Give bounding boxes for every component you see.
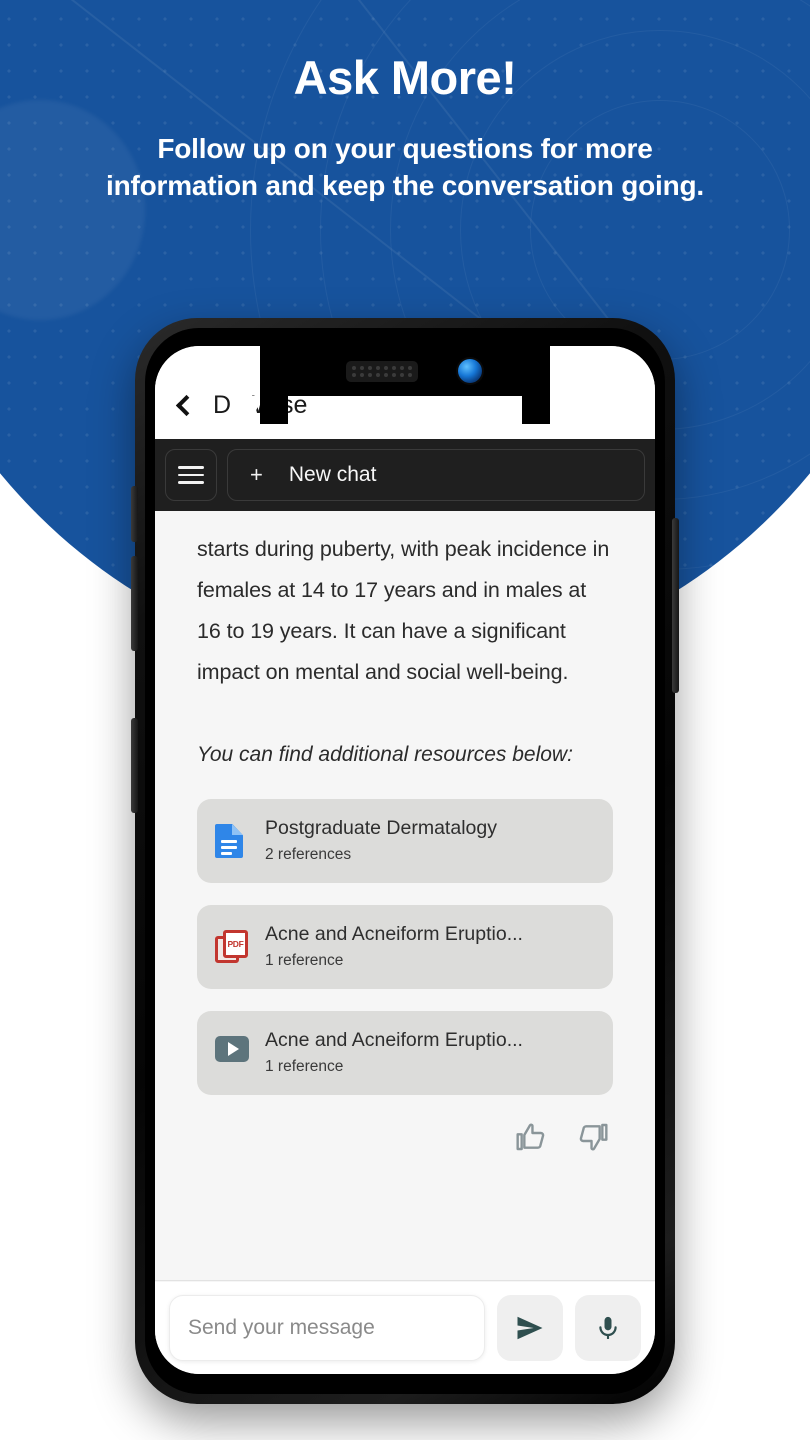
resource-subtitle: 2 references bbox=[265, 846, 352, 863]
resource-card-list: Postgraduate Dermatalogy 2 references PD… bbox=[197, 799, 613, 1095]
assistant-message: starts during puberty, with peak inciden… bbox=[197, 529, 613, 693]
resource-card-text: Acne and Acneiform Eruptio... 1 referenc… bbox=[265, 922, 523, 972]
new-chat-button[interactable]: + New chat bbox=[227, 449, 645, 501]
resource-title: Acne and Acneiform Eruptio... bbox=[265, 1029, 523, 1051]
volume-down-button[interactable] bbox=[131, 718, 138, 813]
mic-button[interactable] bbox=[575, 1295, 641, 1361]
resources-intro: You can find additional resources below: bbox=[197, 743, 573, 766]
send-button[interactable] bbox=[497, 1295, 563, 1361]
new-chat-bar: + New chat bbox=[155, 439, 655, 511]
new-chat-label: New chat bbox=[288, 463, 377, 486]
phone-mockup: Dr. Wise + New chat bbox=[131, 318, 679, 1404]
phone-screen: Dr. Wise + New chat bbox=[155, 346, 655, 1374]
message-composer: Send your message bbox=[155, 1282, 655, 1374]
plus-icon: + bbox=[250, 462, 263, 487]
chat-body[interactable]: starts during puberty, with peak inciden… bbox=[155, 511, 655, 1281]
resource-card[interactable]: Acne and Acneiform Eruptio... 1 referenc… bbox=[197, 1011, 613, 1095]
google-doc-icon bbox=[215, 824, 249, 858]
back-chevron-icon bbox=[175, 394, 198, 416]
resource-subtitle: 1 reference bbox=[265, 952, 344, 969]
speaker-grille-icon bbox=[346, 361, 418, 382]
send-icon bbox=[517, 1316, 543, 1340]
page-subtitle: Follow up on your questions for more inf… bbox=[106, 132, 704, 201]
chat-divider bbox=[155, 1280, 655, 1281]
hero-headings: Ask More! Follow up on your questions fo… bbox=[0, 52, 810, 205]
resource-subtitle: 1 reference bbox=[265, 1058, 344, 1075]
notch-curve-right bbox=[522, 396, 578, 424]
resource-card-text: Postgraduate Dermatalogy 2 references bbox=[265, 816, 497, 866]
page-title: Ask More! bbox=[293, 51, 517, 104]
side-button-right[interactable] bbox=[672, 518, 679, 693]
message-input[interactable]: Send your message bbox=[169, 1295, 485, 1361]
video-play-icon bbox=[215, 1036, 249, 1070]
pdf-file-icon: PDF bbox=[215, 930, 249, 964]
power-button[interactable] bbox=[131, 486, 138, 542]
notch-curve-left bbox=[232, 396, 288, 424]
feedback-row bbox=[197, 1121, 613, 1153]
screenshot-root: Ask More! Follow up on your questions fo… bbox=[0, 0, 810, 1440]
front-camera-icon bbox=[458, 359, 482, 383]
resource-card[interactable]: Postgraduate Dermatalogy 2 references bbox=[197, 799, 613, 883]
thumbs-down-icon[interactable] bbox=[577, 1121, 609, 1153]
resource-title: Postgraduate Dermatalogy bbox=[265, 817, 497, 839]
resource-title: Acne and Acneiform Eruptio... bbox=[265, 923, 523, 945]
volume-up-button[interactable] bbox=[131, 556, 138, 651]
thumbs-up-icon[interactable] bbox=[515, 1121, 547, 1153]
hamburger-menu-icon[interactable] bbox=[165, 449, 217, 501]
message-paragraph: starts during puberty, with peak inciden… bbox=[197, 537, 610, 684]
microphone-icon bbox=[599, 1316, 617, 1339]
back-button[interactable] bbox=[155, 385, 213, 425]
resource-card[interactable]: PDF Acne and Acneiform Eruptio... 1 refe… bbox=[197, 905, 613, 989]
phone-notch bbox=[260, 346, 550, 396]
resource-card-text: Acne and Acneiform Eruptio... 1 referenc… bbox=[265, 1028, 523, 1078]
